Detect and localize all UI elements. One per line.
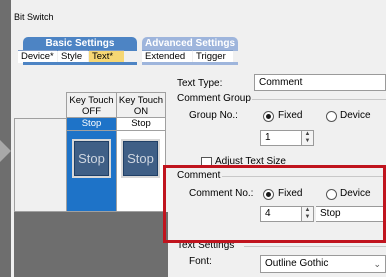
header-key-touch-off: Key Touch OFF — [66, 92, 117, 118]
text-type-select[interactable]: Comment — [254, 74, 386, 91]
comment-highlight-box — [163, 165, 386, 243]
spin-up-icon[interactable]: ▲ — [302, 131, 313, 138]
stop-button-on-preview[interactable]: Stop — [121, 139, 160, 178]
window-title: Bit Switch — [14, 12, 54, 22]
basic-tab-underline — [23, 62, 137, 65]
text-type-label: Text Type: — [177, 78, 223, 89]
text-off-cell[interactable]: Stop — [66, 117, 117, 131]
preview-panel: Key Touch OFF Key Touch ON Stop Stop Sto… — [14, 66, 168, 277]
spin-down-icon[interactable]: ▼ — [302, 138, 313, 145]
stop-button-off-preview[interactable]: Stop — [72, 139, 111, 178]
group-device-label: Device — [340, 110, 371, 121]
header-key-touch-on: Key Touch ON — [116, 92, 166, 118]
font-label: Font: — [189, 256, 212, 267]
font-select[interactable]: Outline Gothic ⌄ — [260, 255, 386, 273]
group-fixed-radio[interactable] — [263, 111, 274, 122]
text-on-cell[interactable]: Stop — [116, 117, 166, 131]
group-no-spinner[interactable]: ▲ ▼ — [302, 130, 314, 146]
comment-group-title: Comment Group — [177, 93, 251, 104]
comment-group-divider — [252, 99, 386, 100]
tab-advanced-settings[interactable]: Advanced Settings — [142, 37, 238, 51]
group-no-label: Group No.: — [189, 110, 238, 121]
row-header-cell — [14, 118, 67, 212]
font-value: Outline Gothic — [265, 258, 329, 269]
left-arrow-strip — [0, 0, 11, 277]
chevron-down-icon[interactable]: ⌄ — [373, 256, 381, 272]
arrow-right-icon — [0, 140, 11, 162]
advanced-tab-underline — [142, 62, 238, 65]
group-fixed-label: Fixed — [278, 110, 303, 121]
group-device-radio[interactable] — [326, 111, 337, 122]
preview-empty-area — [14, 212, 168, 277]
text-settings-divider — [244, 246, 386, 247]
group-no-input[interactable]: 1 — [260, 130, 302, 146]
tab-basic-settings[interactable]: Basic Settings — [23, 37, 137, 51]
